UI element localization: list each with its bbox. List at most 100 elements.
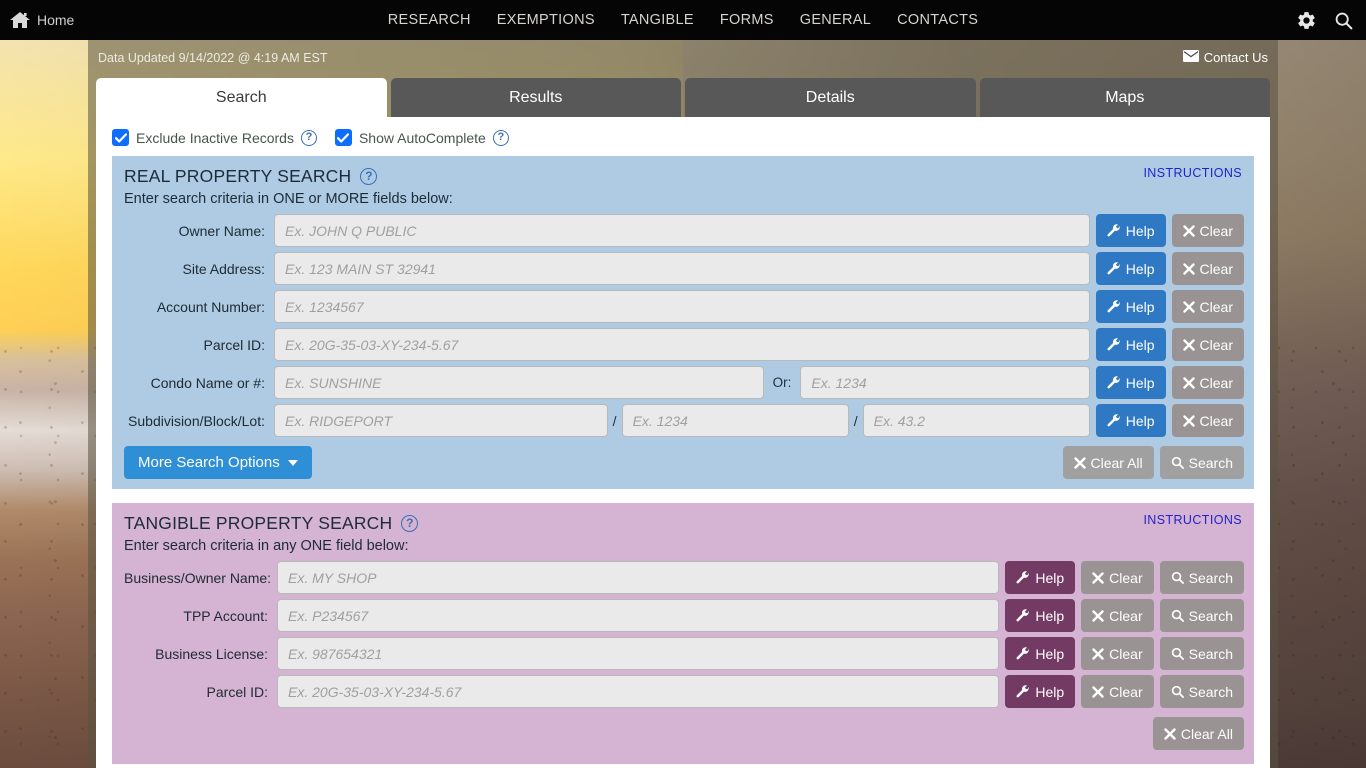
tab-details[interactable]: Details (685, 78, 976, 117)
business-owner-name-clear-button[interactable]: Clear (1081, 561, 1154, 594)
wrench-icon (1107, 223, 1121, 238)
data-updated-text: Data Updated 9/14/2022 @ 4:19 AM EST (98, 50, 328, 65)
real-property-title: REAL PROPERTY SEARCH (124, 166, 352, 186)
real-property-search-section: INSTRUCTIONS REAL PROPERTY SEARCH ? Ente… (112, 156, 1254, 489)
top-navbar: Home RESEARCH EXEMPTIONS TANGIBLE FORMS … (0, 0, 1366, 40)
account-number-help-button[interactable]: Help (1095, 290, 1166, 323)
show-autocomplete-checkbox[interactable] (334, 129, 352, 146)
tpp-account-clear-button[interactable]: Clear (1081, 599, 1154, 632)
subdivision-clear-button[interactable]: Clear (1171, 404, 1244, 437)
parcel-id-help-label: Help (1125, 336, 1155, 353)
tangible-parcel-id-input[interactable]: Ex. 20G-35-03-XY-234-5.67 (277, 675, 1000, 708)
real-property-header: REAL PROPERTY SEARCH ? (124, 166, 1244, 187)
tab-maps[interactable]: Maps (979, 78, 1270, 117)
contact-us-label: Contact Us (1203, 50, 1268, 65)
real-property-search-button[interactable]: Search (1159, 446, 1244, 479)
business-license-search-button[interactable]: Search (1159, 637, 1244, 670)
tpp-account-help-button[interactable]: Help (1005, 599, 1076, 632)
menu-item-forms[interactable]: FORMS (720, 12, 774, 28)
content-panel: Data Updated 9/14/2022 @ 4:19 AM EST Con… (88, 40, 1278, 768)
business-owner-name-search-label: Search (1188, 569, 1233, 586)
tab-results[interactable]: Results (390, 78, 681, 117)
owner-name-clear-button[interactable]: Clear (1171, 214, 1244, 247)
field-row-subdivision: Subdivision/Block/Lot: Ex. RIDGEPORT / E… (124, 404, 1244, 437)
help-icon-exclude-inactive[interactable]: ? (300, 129, 317, 146)
close-icon (1092, 647, 1104, 660)
field-row-owner-name: Owner Name: Ex. JOHN Q PUBLIC Help Clear (124, 214, 1244, 247)
condo-number-input[interactable]: Ex. 1234 (800, 366, 1090, 399)
help-icon-show-autocomplete[interactable]: ? (492, 129, 509, 146)
wrench-icon (1016, 684, 1030, 699)
tangible-property-actions-row: Clear All (124, 717, 1244, 750)
real-property-clear-all-button[interactable]: Clear All (1062, 446, 1154, 479)
menu-item-tangible[interactable]: TANGIBLE (621, 12, 694, 28)
wrench-icon (1107, 261, 1121, 276)
field-row-business-license: Business License: Ex. 987654321 Help Cle… (124, 637, 1244, 670)
site-address-clear-label: Clear (1199, 260, 1233, 277)
owner-name-input[interactable]: Ex. JOHN Q PUBLIC (274, 214, 1090, 247)
parcel-id-input[interactable]: Ex. 20G-35-03-XY-234-5.67 (274, 328, 1090, 361)
condo-help-button[interactable]: Help (1095, 366, 1166, 399)
subdivision-help-button[interactable]: Help (1095, 404, 1166, 437)
account-number-help-label: Help (1125, 298, 1155, 315)
business-owner-name-clear-label: Clear (1109, 569, 1143, 586)
tpp-account-search-button[interactable]: Search (1159, 599, 1244, 632)
contact-us-link[interactable]: Contact Us (1182, 50, 1268, 65)
business-license-help-button[interactable]: Help (1005, 637, 1076, 670)
help-icon-real-property[interactable]: ? (360, 168, 378, 185)
menu-item-general[interactable]: GENERAL (800, 12, 871, 28)
condo-clear-button[interactable]: Clear (1171, 366, 1244, 399)
account-number-clear-button[interactable]: Clear (1171, 290, 1244, 323)
wrench-icon (1107, 375, 1121, 390)
gear-icon[interactable] (1296, 10, 1317, 31)
tangible-property-clear-all-button[interactable]: Clear All (1152, 717, 1244, 750)
exclude-inactive-records-checkbox[interactable] (112, 129, 129, 146)
site-address-help-button[interactable]: Help (1095, 252, 1166, 285)
business-owner-name-input[interactable]: Ex. MY SHOP (277, 561, 1000, 594)
tangible-parcel-id-clear-button[interactable]: Clear (1081, 675, 1154, 708)
owner-name-help-button[interactable]: Help (1095, 214, 1166, 247)
subdivision-input[interactable]: Ex. RIDGEPORT (274, 404, 608, 437)
lot-input[interactable]: Ex. 43.2 (862, 404, 1090, 437)
business-owner-name-search-button[interactable]: Search (1159, 561, 1244, 594)
tangible-property-title: TANGIBLE PROPERTY SEARCH (124, 513, 393, 533)
close-icon (1182, 224, 1195, 237)
field-row-condo: Condo Name or #: Ex. SUNSHINE Or: Ex. 12… (124, 366, 1244, 399)
real-property-instructions-link[interactable]: INSTRUCTIONS (1143, 166, 1242, 180)
business-owner-name-help-button[interactable]: Help (1005, 561, 1076, 594)
parcel-id-help-button[interactable]: Help (1095, 328, 1166, 361)
wrench-icon (1016, 570, 1030, 585)
business-license-input[interactable]: Ex. 987654321 (277, 637, 1000, 670)
exclude-inactive-records-label: Exclude Inactive Records (136, 129, 294, 146)
business-license-label: Business License: (155, 645, 268, 662)
condo-name-input[interactable]: Ex. SUNSHINE (274, 366, 764, 399)
condo-help-label: Help (1125, 374, 1155, 391)
business-license-search-label: Search (1188, 645, 1233, 662)
site-address-clear-button[interactable]: Clear (1171, 252, 1244, 285)
parcel-id-clear-button[interactable]: Clear (1171, 328, 1244, 361)
navbar-icons (1296, 0, 1354, 40)
tpp-account-clear-label: Clear (1109, 607, 1143, 624)
condo-clear-label: Clear (1199, 374, 1233, 391)
account-number-label: Account Number: (156, 298, 265, 315)
tangible-parcel-id-search-button[interactable]: Search (1159, 675, 1244, 708)
search-icon[interactable] (1333, 10, 1354, 31)
menu-item-contacts[interactable]: CONTACTS (897, 12, 978, 28)
account-number-input[interactable]: Ex. 1234567 (274, 290, 1090, 323)
site-address-input[interactable]: Ex. 123 MAIN ST 32941 (274, 252, 1090, 285)
home-link[interactable]: Home (10, 11, 74, 29)
tab-search[interactable]: Search (96, 78, 387, 117)
tpp-account-input[interactable]: Ex. P234567 (277, 599, 1000, 632)
help-icon-tangible-property[interactable]: ? (401, 515, 419, 532)
subdivision-separator-1: / (612, 412, 617, 429)
tangible-property-instructions-link[interactable]: INSTRUCTIONS (1143, 513, 1242, 527)
search-icon (1171, 609, 1184, 622)
menu-item-research[interactable]: RESEARCH (388, 12, 471, 28)
close-icon (1092, 609, 1104, 622)
business-license-clear-label: Clear (1109, 645, 1143, 662)
business-license-clear-button[interactable]: Clear (1081, 637, 1154, 670)
menu-item-exemptions[interactable]: EXEMPTIONS (497, 12, 595, 28)
tangible-parcel-id-help-button[interactable]: Help (1005, 675, 1076, 708)
block-input[interactable]: Ex. 1234 (621, 404, 849, 437)
more-search-options-button[interactable]: More Search Options (124, 446, 312, 479)
